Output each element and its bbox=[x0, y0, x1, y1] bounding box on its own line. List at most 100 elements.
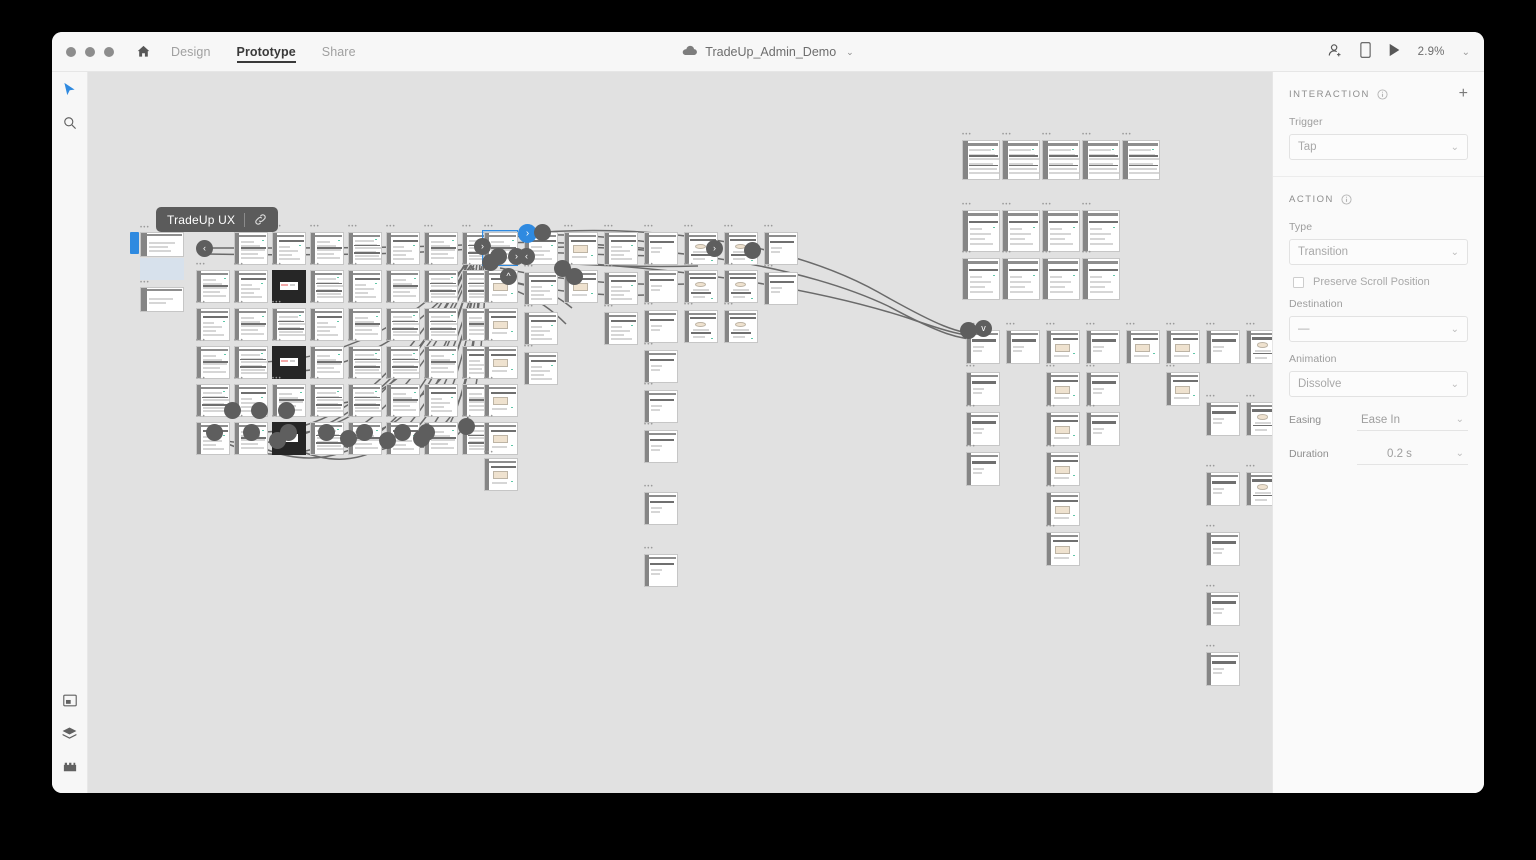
artboard-menu-dots[interactable]: ••• bbox=[484, 414, 494, 420]
artboard-thumb[interactable] bbox=[386, 270, 420, 303]
interaction-hotspot[interactable] bbox=[356, 424, 373, 441]
mode-tabs[interactable]: Design Prototype Share bbox=[171, 32, 356, 72]
artboard-menu-dots[interactable]: ••• bbox=[310, 414, 320, 420]
artboard-menu-dots[interactable]: ••• bbox=[966, 364, 976, 370]
artboard-menu-dots[interactable]: ••• bbox=[1246, 322, 1256, 328]
artboard-thumb[interactable] bbox=[604, 232, 638, 265]
selection-strip[interactable] bbox=[130, 232, 139, 254]
select-tool[interactable] bbox=[52, 72, 88, 106]
artboard-menu-dots[interactable]: ••• bbox=[424, 414, 434, 420]
invite-user-icon[interactable] bbox=[1327, 42, 1343, 63]
artboard-menu-dots[interactable]: ••• bbox=[966, 404, 976, 410]
artboard-menu-dots[interactable]: ••• bbox=[604, 264, 614, 270]
artboard-thumb[interactable] bbox=[234, 270, 268, 303]
artboard-menu-dots[interactable]: ••• bbox=[140, 225, 150, 231]
artboard-menu-dots[interactable]: ••• bbox=[424, 224, 434, 230]
artboard-thumb[interactable] bbox=[272, 346, 306, 379]
artboard-menu-dots[interactable]: ••• bbox=[644, 342, 654, 348]
artboard-thumb[interactable] bbox=[1046, 452, 1080, 486]
artboard-menu-dots[interactable]: ••• bbox=[484, 450, 494, 456]
artboard-thumb[interactable] bbox=[1002, 140, 1040, 180]
artboard-thumb[interactable] bbox=[386, 384, 420, 417]
artboard-thumb[interactable] bbox=[1042, 140, 1080, 180]
interaction-hotspot[interactable]: ^ bbox=[500, 268, 517, 285]
artboard-thumb[interactable] bbox=[524, 352, 558, 385]
artboard-menu-dots[interactable]: ••• bbox=[1046, 484, 1056, 490]
artboard-menu-dots[interactable]: ••• bbox=[1002, 132, 1012, 138]
artboard-menu-dots[interactable]: ••• bbox=[724, 224, 734, 230]
artboard-thumb[interactable] bbox=[1046, 492, 1080, 526]
artboard-thumb[interactable] bbox=[1086, 372, 1120, 406]
artboard-thumb[interactable] bbox=[1042, 258, 1080, 300]
artboard-menu-dots[interactable]: ••• bbox=[1046, 404, 1056, 410]
interaction-hotspot[interactable] bbox=[243, 424, 260, 441]
artboard-thumb[interactable] bbox=[484, 346, 518, 379]
artboard-thumb[interactable] bbox=[1206, 532, 1240, 566]
artboard-menu-dots[interactable]: ••• bbox=[1206, 644, 1216, 650]
artboard-thumb[interactable] bbox=[386, 232, 420, 265]
document-title[interactable]: TradeUp_Admin_Demo ⌄ bbox=[682, 32, 854, 72]
artboard-thumb[interactable] bbox=[234, 346, 268, 379]
chevron-down-icon[interactable]: ⌄ bbox=[846, 47, 854, 58]
artboard-menu-dots[interactable]: ••• bbox=[1166, 364, 1176, 370]
artboard-menu-dots[interactable]: ••• bbox=[1042, 132, 1052, 138]
artboard-menu-dots[interactable]: ••• bbox=[310, 338, 320, 344]
artboard-menu-dots[interactable]: ••• bbox=[424, 338, 434, 344]
artboard-menu-dots[interactable]: ••• bbox=[1042, 250, 1052, 256]
play-preview-icon[interactable] bbox=[1388, 43, 1401, 62]
artboard-menu-dots[interactable]: ••• bbox=[564, 224, 574, 230]
artboard-thumb[interactable] bbox=[644, 270, 678, 303]
artboard-menu-dots[interactable]: ••• bbox=[272, 300, 282, 306]
artboard-menu-dots[interactable]: ••• bbox=[386, 376, 396, 382]
artboard-thumb[interactable] bbox=[962, 258, 1000, 300]
artboard-thumb[interactable] bbox=[1042, 210, 1080, 252]
window-controls[interactable] bbox=[66, 46, 114, 57]
flow-name-pill[interactable]: TradeUp UX bbox=[156, 207, 279, 232]
artboard-thumb[interactable] bbox=[348, 308, 382, 341]
interaction-hotspot[interactable] bbox=[278, 402, 295, 419]
artboard-thumb[interactable] bbox=[424, 346, 458, 379]
artboard-thumb[interactable] bbox=[644, 232, 678, 265]
artboard-menu-dots[interactable]: ••• bbox=[386, 338, 396, 344]
artboard-menu-dots[interactable]: ••• bbox=[462, 376, 472, 382]
artboard-menu-dots[interactable]: ••• bbox=[196, 338, 206, 344]
artboard-thumb[interactable] bbox=[1206, 330, 1240, 364]
artboard-menu-dots[interactable]: ••• bbox=[386, 262, 396, 268]
device-preview-icon[interactable] bbox=[1359, 41, 1371, 63]
artboard-thumb[interactable] bbox=[966, 372, 1000, 406]
artboard-menu-dots[interactable]: ••• bbox=[1166, 322, 1176, 328]
artboard-thumb[interactable] bbox=[484, 308, 518, 341]
artboard-thumb[interactable] bbox=[196, 270, 230, 303]
artboard-thumb[interactable] bbox=[234, 232, 268, 265]
artboard-menu-dots[interactable]: ••• bbox=[1002, 250, 1012, 256]
artboard-menu-dots[interactable]: ••• bbox=[644, 546, 654, 552]
artboard-thumb[interactable] bbox=[764, 272, 798, 305]
artboard-menu-dots[interactable]: ••• bbox=[1082, 250, 1092, 256]
artboard-thumb[interactable] bbox=[1006, 330, 1040, 364]
interaction-hotspot[interactable] bbox=[413, 430, 430, 447]
zoom-tool[interactable] bbox=[52, 106, 88, 140]
artboard-menu-dots[interactable]: ••• bbox=[644, 262, 654, 268]
artboard-menu-dots[interactable]: ••• bbox=[1206, 322, 1216, 328]
artboard-menu-dots[interactable]: ••• bbox=[684, 302, 694, 308]
artboard-menu-dots[interactable]: ••• bbox=[604, 224, 614, 230]
animation-select[interactable]: Dissolve ⌄ bbox=[1289, 371, 1468, 397]
interaction-hotspot[interactable] bbox=[224, 402, 241, 419]
artboard-thumb[interactable] bbox=[962, 210, 1000, 252]
artboard-menu-dots[interactable]: ••• bbox=[196, 414, 206, 420]
artboard-thumb[interactable] bbox=[644, 390, 678, 423]
artboard-thumb[interactable] bbox=[1246, 402, 1272, 436]
artboard-menu-dots[interactable]: ••• bbox=[348, 224, 358, 230]
artboard-menu-dots[interactable]: ••• bbox=[724, 302, 734, 308]
artboard-menu-dots[interactable]: ••• bbox=[196, 376, 206, 382]
artboard-menu-dots[interactable]: ••• bbox=[764, 264, 774, 270]
artboard-menu-dots[interactable]: ••• bbox=[684, 224, 694, 230]
titlebar-actions[interactable]: 2.9% ⌄ bbox=[1327, 32, 1470, 72]
link-icon[interactable] bbox=[254, 213, 267, 226]
artboard-thumb[interactable] bbox=[764, 232, 798, 265]
artboard-menu-dots[interactable]: ••• bbox=[1206, 524, 1216, 530]
artboard-thumb[interactable] bbox=[484, 384, 518, 417]
artboard-menu-dots[interactable]: ••• bbox=[234, 262, 244, 268]
artboard-menu-dots[interactable]: ••• bbox=[1246, 394, 1256, 400]
artboard-thumb[interactable] bbox=[424, 232, 458, 265]
